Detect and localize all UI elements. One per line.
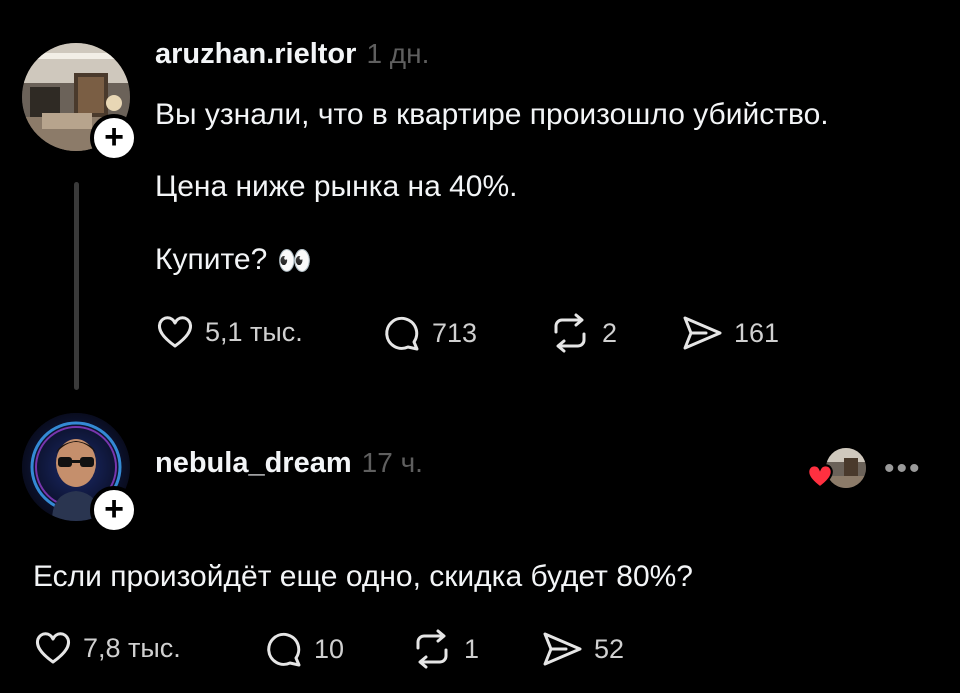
like-count: 7,8 тыс. — [83, 632, 181, 663]
share-button[interactable]: 161 — [680, 312, 779, 354]
post-text-line-3: Купите? 👀 — [155, 243, 312, 277]
reply-text: Если произойдёт еще одно, скидка будет 8… — [33, 560, 693, 593]
repost-icon — [416, 629, 448, 669]
post-header: aruzhan.rieltor 1 дн. — [155, 38, 429, 71]
follow-plus-icon[interactable]: + — [90, 486, 138, 534]
heart-icon — [35, 632, 71, 664]
heart-icon — [157, 316, 193, 348]
share-icon — [543, 632, 582, 666]
comment-count: 713 — [432, 317, 478, 348]
repost-button[interactable]: 1 — [410, 628, 479, 670]
share-button[interactable]: 52 — [540, 628, 624, 670]
comment-button[interactable]: 10 — [262, 628, 344, 670]
username[interactable]: nebula_dream — [155, 447, 352, 480]
author-liked-badge — [806, 448, 866, 492]
share-count: 161 — [734, 317, 780, 348]
repost-count: 1 — [464, 633, 480, 664]
post-text-line-2: Цена ниже рынка на 40%. — [155, 170, 518, 203]
timestamp: 17 ч. — [361, 447, 423, 478]
follow-plus-icon[interactable]: + — [90, 114, 138, 162]
repost-icon — [554, 313, 586, 353]
share-count: 52 — [594, 633, 625, 664]
thread-line — [74, 182, 79, 390]
heart-icon — [807, 464, 833, 489]
eyes-emoji: 👀 — [277, 244, 313, 276]
repost-count: 2 — [602, 317, 618, 348]
post-question: Купите? — [155, 243, 268, 276]
timestamp: 1 дн. — [366, 38, 430, 69]
post-text-line-1: Вы узнали, что в квартире произошло убий… — [155, 98, 829, 131]
comment-icon — [385, 316, 419, 351]
like-button[interactable]: 5,1 тыс. — [155, 312, 303, 352]
repost-button[interactable]: 2 — [548, 312, 617, 354]
share-icon — [683, 316, 722, 350]
comment-icon — [267, 632, 301, 667]
comment-count: 10 — [314, 633, 345, 664]
comment-button[interactable]: 713 — [380, 312, 477, 354]
username[interactable]: aruzhan.rieltor — [155, 38, 356, 71]
more-options-icon[interactable]: ••• — [884, 452, 922, 486]
reply-header: nebula_dream 17 ч. — [155, 447, 423, 480]
like-count: 5,1 тыс. — [205, 316, 303, 347]
like-button[interactable]: 7,8 тыс. — [33, 628, 181, 668]
